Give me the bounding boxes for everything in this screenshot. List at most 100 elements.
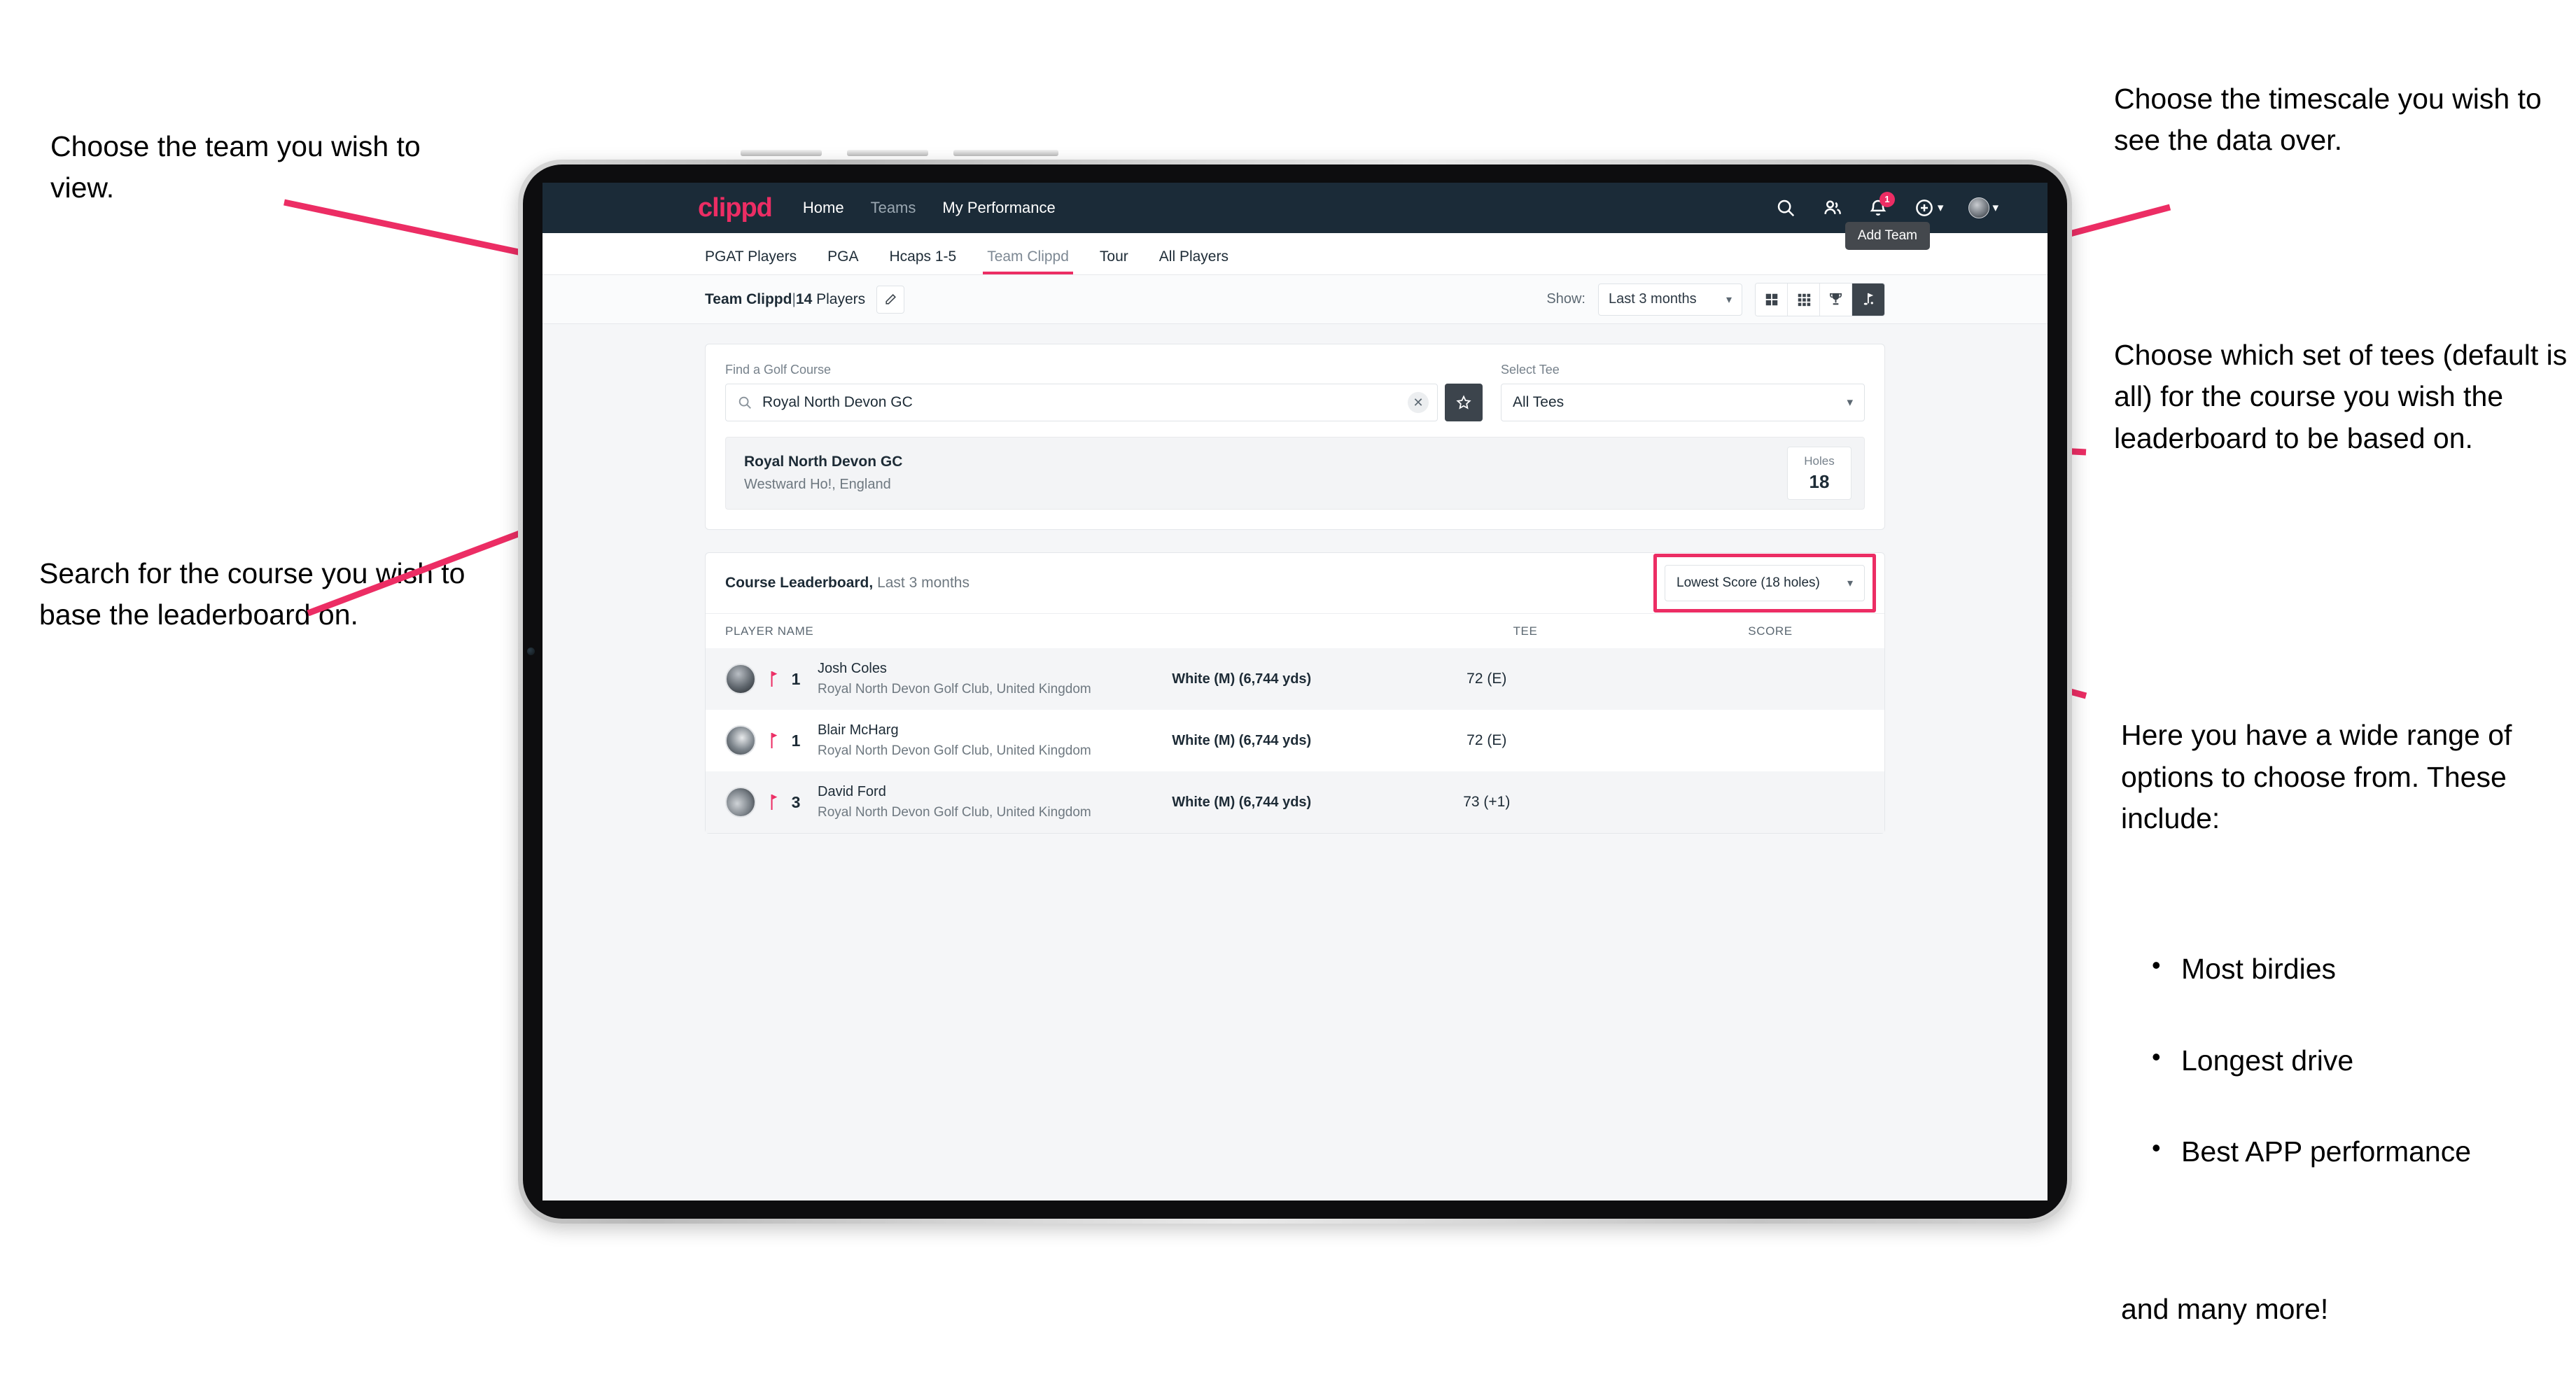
tee-field-label: Select Tee [1501,363,1560,377]
annotation-search-course: Search for the course you wish to base t… [39,557,465,631]
tablet-camera [527,648,535,655]
table-row[interactable]: 1 Blair McHarg Royal North Devon Golf Cl… [706,710,1884,771]
leaderboard-sort-wrap: Lowest Score (18 holes) ▾ [1653,554,1876,612]
add-team-tooltip: Add Team [1844,222,1930,250]
player-score: 72 (E) [1466,671,1507,687]
course-holes-badge: Holes 18 [1787,447,1851,500]
annotation-option-item: Most birdies [2152,947,2576,990]
course-field-label: Find a Golf Course [725,363,832,377]
tablet-device-frame: clippd Home Teams My Performance 1 ▾ ▾ P… [518,150,2072,1224]
notification-badge: 1 [1879,192,1895,207]
nav-link-teams[interactable]: Teams [871,199,916,217]
course-holes-value: 18 [1809,470,1830,492]
annotation-choose-tees: Choose which set of tees (default is all… [2114,339,2568,454]
view-toggle-trophy[interactable] [1820,283,1852,316]
player-score-cell: 72 (E) [1392,671,1581,687]
view-toggle-golf-flag[interactable] [1852,283,1884,316]
tab-hcaps-1-5[interactable]: Hcaps 1-5 [889,248,956,274]
player-info: Blair McHarg Royal North Devon Golf Club… [818,722,1091,759]
favourite-button[interactable] [1445,384,1483,421]
annotation-options-tail: and many more! [2121,1292,2329,1325]
player-score-cell: 72 (E) [1392,732,1581,749]
clippd-logo[interactable]: clippd [698,193,773,223]
tab-all-players[interactable]: All Players [1159,248,1228,274]
bell-icon[interactable]: 1 [1868,192,1895,218]
main-content: Find a Golf Course Royal North Devon GC … [542,324,2047,834]
tab-tour[interactable]: Tour [1100,248,1128,274]
chevron-down-icon: ▾ [1847,578,1853,589]
people-icon[interactable] [1821,197,1842,218]
leaderboard-title-sub: Last 3 months [877,575,969,591]
team-players-word: Players [816,290,866,307]
golf-flag-icon [771,733,778,748]
team-toolbar: Team Clippd|14 Players Show: Last 3 mont… [542,275,2047,324]
tab-pga[interactable]: PGA [827,248,858,274]
avatar[interactable]: ▾ [1968,197,1998,218]
nav-link-my-performance[interactable]: My Performance [942,199,1055,217]
course-field-group: Find a Golf Course Royal North Devon GC … [725,363,1483,421]
player-tee: White (M) (6,744 yds) [1172,732,1312,748]
course-search-input[interactable]: Royal North Devon GC ✕ [725,384,1438,421]
rank-number: 3 [791,792,801,811]
leaderboard-column-headers: PLAYER NAME TEE SCORE [706,613,1884,648]
header-nav: Home Teams My Performance [803,199,1056,217]
edit-team-button[interactable] [876,285,905,314]
player-name: Blair McHarg [818,722,899,738]
trophy-icon [1830,293,1842,305]
grid-4-icon [1765,293,1777,305]
leaderboard-sort-value: Lowest Score (18 holes) [1676,575,1820,590]
course-result-row[interactable]: Royal North Devon GC Westward Ho!, Engla… [725,437,1865,510]
course-result-location: Westward Ho!, England [744,477,891,492]
chevron-down-icon: ▾ [1847,396,1853,409]
annotation-options-intro: Here you have a wide range of options to… [2121,719,2512,835]
app-screen: clippd Home Teams My Performance 1 ▾ ▾ P… [542,183,2047,1200]
tablet-bezel: clippd Home Teams My Performance 1 ▾ ▾ P… [523,164,2067,1219]
tab-team-clippd[interactable]: Team Clippd [983,248,1073,274]
app-header: clippd Home Teams My Performance 1 ▾ ▾ [542,183,2047,233]
leaderboard-title: Course Leaderboard, Last 3 months [725,575,969,592]
close-icon[interactable]: ✕ [1408,392,1429,413]
table-row[interactable]: 3 David Ford Royal North Devon Golf Club… [706,771,1884,833]
team-tabs: PGAT Players PGA Hcaps 1-5 Team Clippd T… [542,222,2047,275]
annotation-options-range: Here you have a wide range of options to… [2121,673,2576,1372]
search-icon [738,396,751,409]
golf-flag-icon [771,671,778,687]
avatar [725,664,756,694]
player-tee-cell: White (M) (6,744 yds) [1091,733,1392,749]
course-holes-label: Holes [1804,454,1835,468]
tablet-button-volume-down [847,150,928,156]
view-toggle-grid-9[interactable] [1788,283,1820,316]
table-row[interactable]: 1 Josh Coles Royal North Devon Golf Club… [706,648,1884,710]
plus-circle-icon[interactable]: ▾ [1914,197,1943,218]
tab-pgat-players[interactable]: PGAT Players [705,248,797,274]
player-name: Josh Coles [818,661,887,676]
player-tee-cell: White (M) (6,744 yds) [1091,794,1392,811]
search-icon[interactable] [1775,197,1796,218]
tee-select[interactable]: All Tees ▾ [1501,384,1865,421]
player-info: Josh Coles Royal North Devon Golf Club, … [818,661,1091,697]
annotation-choose-team: Choose the team you wish to view. [50,130,421,204]
player-score: 73 (+1) [1463,794,1511,810]
tablet-button-power [953,150,1058,156]
annotation-options-list: Most birdies Longest drive Best APP perf… [2152,906,2576,1223]
view-toggle-group [1755,282,1885,316]
show-label: Show: [1546,291,1586,307]
golf-flag-icon [1863,293,1873,305]
chevron-down-icon: ▾ [1726,293,1732,306]
team-name: Team Clippd [705,290,792,307]
player-score-cell: 73 (+1) [1392,794,1581,811]
timescale-value: Last 3 months [1609,291,1697,307]
view-toggle-grid-4[interactable] [1756,283,1788,316]
toolbar-right: Show: Last 3 months ▾ [1546,282,1885,316]
grid-9-icon [1798,293,1810,306]
timescale-select[interactable]: Last 3 months ▾ [1598,283,1742,316]
course-search-fields: Find a Golf Course Royal North Devon GC … [725,363,1865,421]
annotation-option-item: Best APP performance [2152,1130,2576,1172]
player-tee-cell: White (M) (6,744 yds) [1091,671,1392,687]
nav-link-home[interactable]: Home [803,199,844,217]
rank-number: 1 [791,731,801,750]
chevron-down-icon: ▾ [1992,201,1998,214]
leaderboard-sort-select[interactable]: Lowest Score (18 holes) ▾ [1665,565,1865,601]
annotation-choose-timescale: Choose the timescale you wish to see the… [2114,83,2542,157]
tee-select-value: All Tees [1513,394,1564,410]
